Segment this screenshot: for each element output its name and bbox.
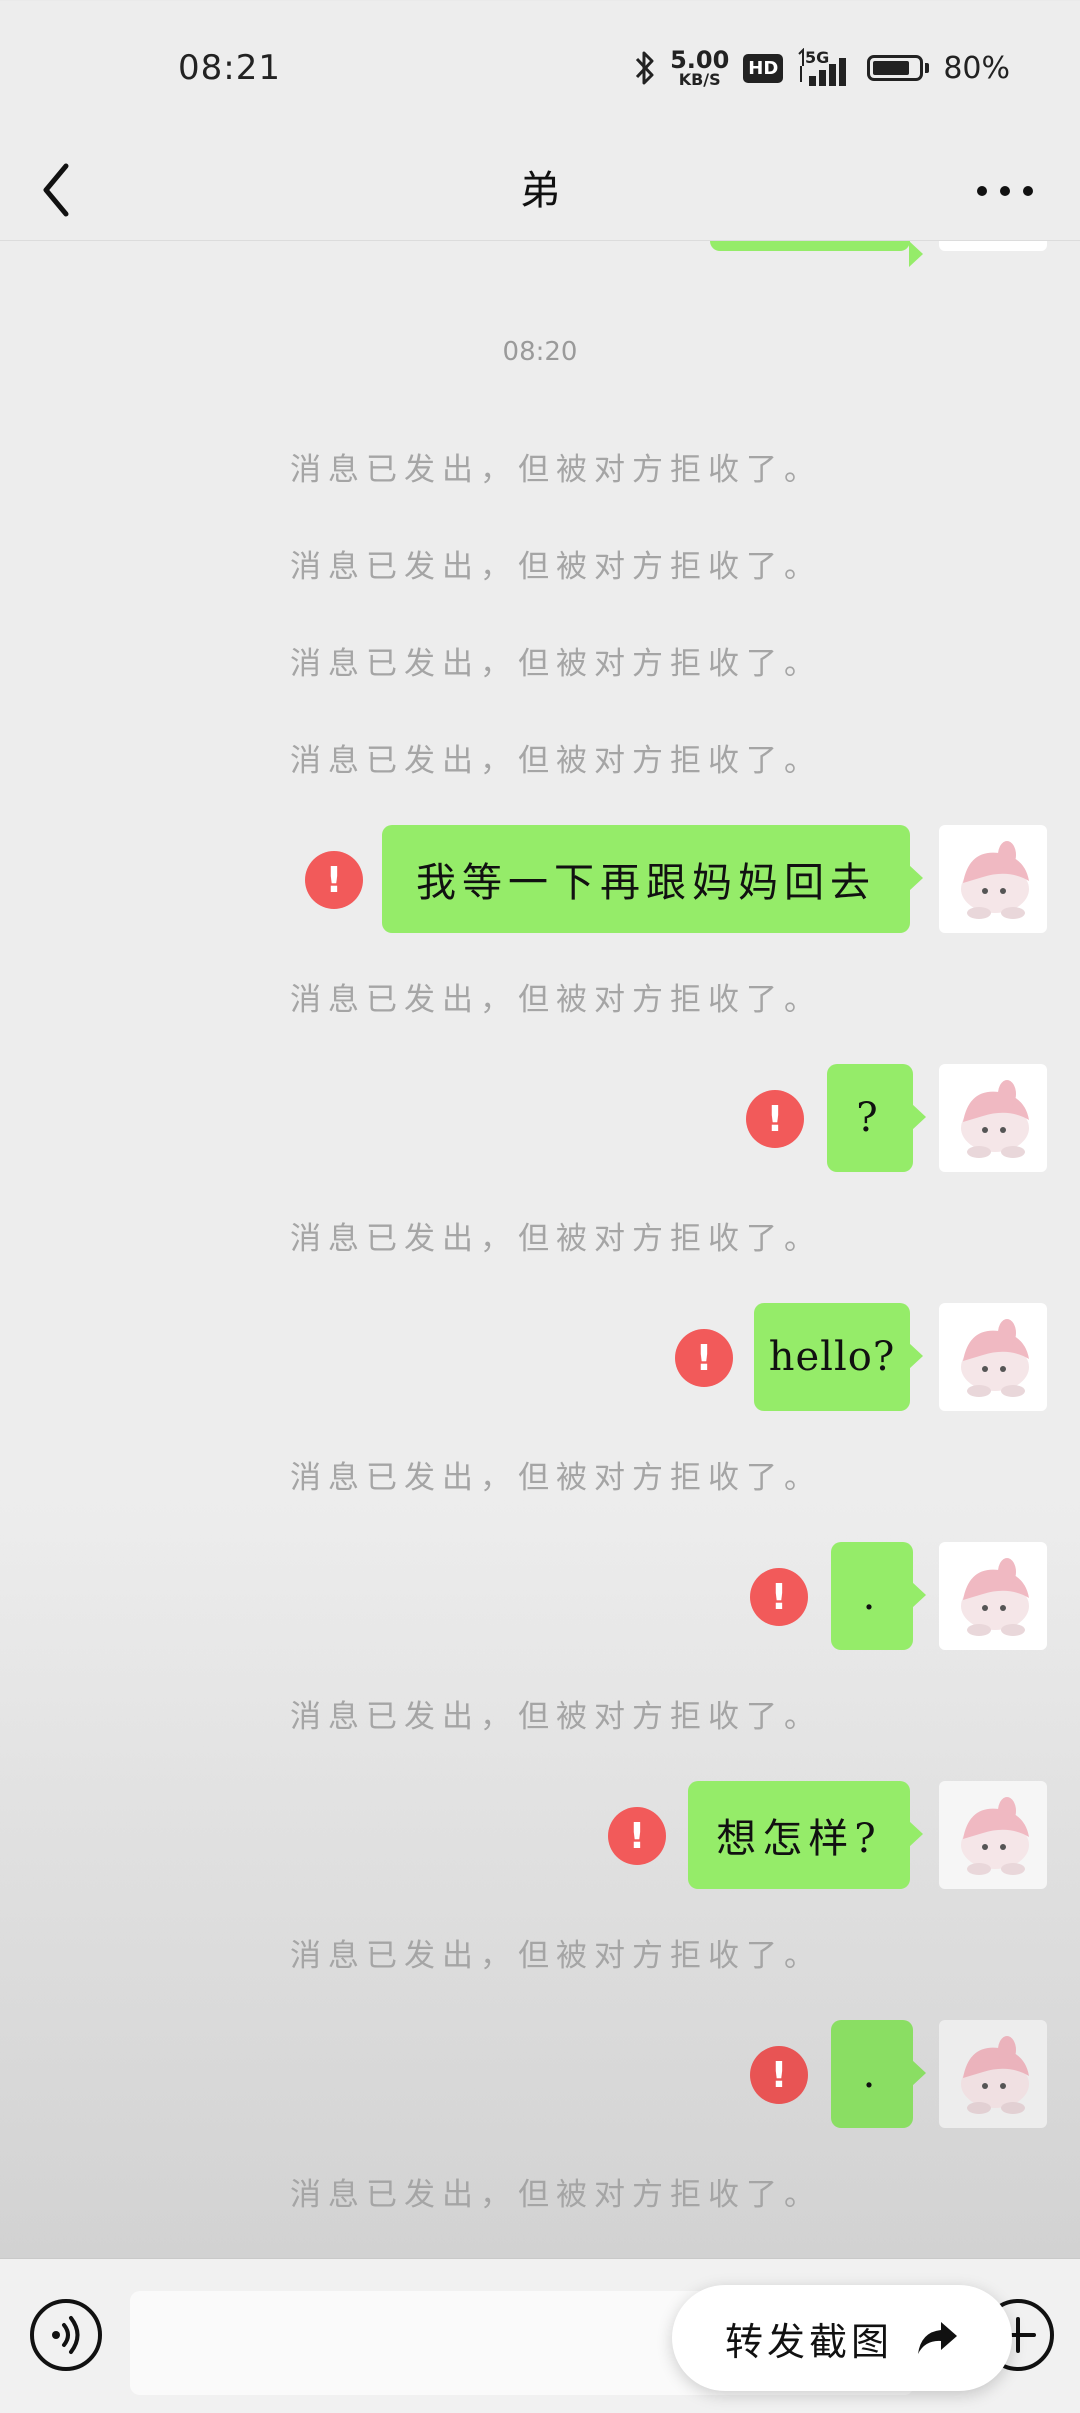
message-timestamp: 08:20: [502, 337, 578, 367]
share-screenshot-button[interactable]: 转发截图: [672, 2285, 1012, 2391]
avatar[interactable]: [939, 825, 1047, 933]
chat-header: 弟: [0, 140, 1080, 241]
avatar[interactable]: [939, 1303, 1047, 1411]
message-bubble[interactable]: ?: [827, 1064, 926, 1172]
send-failed-icon[interactable]: !: [608, 1807, 666, 1865]
system-notice: 消息已发出，但被对方拒收了。: [290, 549, 822, 585]
send-failed-icon[interactable]: !: [750, 1568, 808, 1626]
system-notice: 消息已发出，但被对方拒收了。: [290, 1938, 822, 1974]
avatar[interactable]: [939, 1542, 1047, 1650]
net-speed: 5.00 KB/S: [670, 46, 730, 89]
bunny-avatar-icon: [961, 1080, 1029, 1158]
send-failed-icon[interactable]: !: [305, 851, 363, 909]
bunny-avatar-icon: [961, 1319, 1029, 1397]
system-notice: 消息已发出，但被对方拒收了。: [290, 1699, 822, 1735]
system-notice: 消息已发出，但被对方拒收了。: [290, 2177, 822, 2213]
system-notice: 消息已发出，但被对方拒收了。: [290, 452, 822, 488]
avatar[interactable]: [939, 1064, 1047, 1172]
share-label: 转发截图: [724, 2319, 893, 2364]
input-bar: 转发截图: [0, 2258, 1080, 2413]
message-bubble-partial[interactable]: [710, 241, 923, 267]
system-notice: 消息已发出，但被对方拒收了。: [290, 1221, 822, 1257]
status-icons: 5.00 KB/S HD 5G 80%: [634, 44, 1010, 92]
status-bar: 08:21 5.00 KB/S HD 5G 80%: [0, 0, 1080, 140]
chat-history[interactable]: 08:20 消息已发出，但被对方拒收了。 消息已发出，但被对方拒收了。 消息已发…: [0, 241, 1080, 2258]
voice-icon: [52, 2316, 80, 2354]
more-dots-icon: [977, 186, 1033, 196]
system-notice: 消息已发出，但被对方拒收了。: [290, 743, 822, 779]
avatar[interactable]: [939, 2020, 1047, 2128]
hd-badge: HD: [743, 53, 784, 83]
share-arrow-icon: [918, 2322, 957, 2354]
chat-title: 弟: [520, 168, 560, 214]
message-bubble[interactable]: 我等一下再跟妈妈回去: [382, 825, 923, 933]
avatar[interactable]: [939, 241, 1047, 251]
network-type-label: 5G: [805, 48, 829, 67]
system-notice: 消息已发出，但被对方拒收了。: [290, 982, 822, 1018]
signal-icon: 5G: [798, 48, 847, 86]
more-button[interactable]: [970, 166, 1040, 216]
bunny-avatar-icon: [961, 841, 1029, 919]
battery-icon: [867, 55, 930, 81]
bunny-avatar-icon: [961, 2036, 1029, 2114]
system-notice: 消息已发出，但被对方拒收了。: [290, 646, 822, 682]
battery-percent: 80%: [943, 50, 1010, 86]
bunny-avatar-icon: [961, 1558, 1029, 1636]
battery-fill: [873, 61, 909, 75]
bluetooth-icon: [635, 51, 654, 85]
bunny-avatar-icon: [961, 1797, 1029, 1875]
voice-button[interactable]: [30, 2299, 102, 2371]
send-failed-icon[interactable]: !: [746, 1090, 804, 1148]
message-bubble[interactable]: hello?: [754, 1303, 923, 1411]
message-bubble[interactable]: .: [831, 2020, 926, 2128]
send-failed-icon[interactable]: !: [750, 2046, 808, 2104]
status-time: 08:21: [178, 48, 281, 88]
send-failed-icon[interactable]: !: [675, 1329, 733, 1387]
message-bubble[interactable]: .: [831, 1542, 926, 1650]
message-bubble[interactable]: 想怎样?: [688, 1781, 923, 1889]
avatar[interactable]: [939, 1781, 1047, 1889]
system-notice: 消息已发出，但被对方拒收了。: [290, 1460, 822, 1496]
